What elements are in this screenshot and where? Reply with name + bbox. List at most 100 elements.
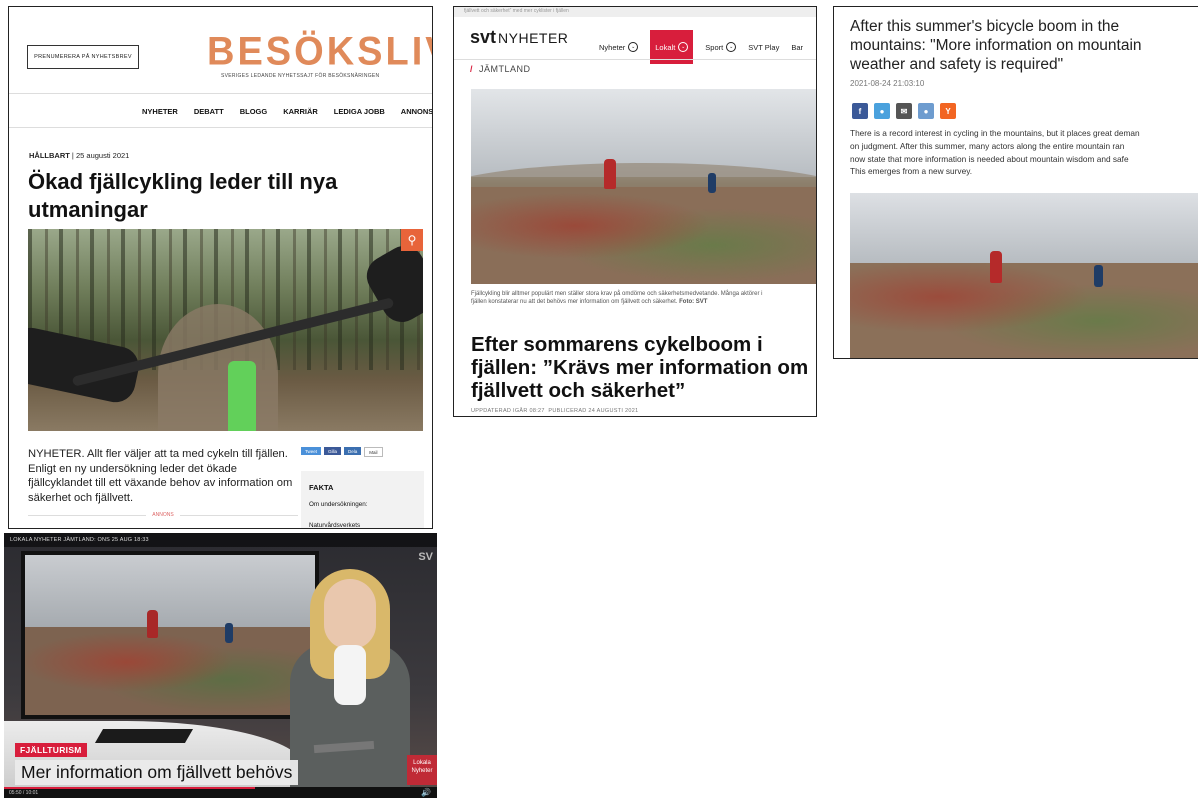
article-kicker: HÅLLBART | 25 augusti 2021 — [29, 151, 129, 160]
zoom-magnifier-icon[interactable]: ⚲ — [401, 229, 423, 251]
kicker-separator: | — [71, 151, 74, 160]
nav-item-debatt[interactable]: DEBATT — [194, 107, 224, 116]
article-lead: NYHETER. Allt fler väljer att ta med cyk… — [28, 448, 293, 504]
badge-line-1: Lokala — [413, 760, 431, 766]
twitter-icon[interactable]: ● — [874, 103, 890, 119]
fell-ground — [471, 186, 816, 284]
cyclist-red — [990, 251, 1002, 283]
translated-body: There is a record interest in cycling in… — [850, 127, 1198, 178]
tweet-button[interactable]: Tweet — [301, 447, 322, 455]
fakta-title: FAKTA — [309, 483, 334, 492]
svt-hero-image[interactable] — [471, 89, 816, 284]
updated-time: UPPDATERAD IGÅR 08:27 — [471, 408, 545, 414]
svt-logo-nyheter: NYHETER — [498, 30, 569, 46]
svt-header-divider — [454, 59, 816, 60]
caption-credit: Foto: SVT — [679, 299, 708, 306]
nav-divider — [9, 127, 432, 128]
nav-item-nyheter[interactable]: NYHETER — [142, 107, 178, 116]
subscribe-newsletter-button[interactable]: PRENUMERERA PÅ NYHETSBREV — [27, 45, 139, 69]
cyclist-blue — [225, 623, 233, 643]
svt-main-nav: Nyheter ⌄ Lokalt ⌄ Sport ⌄ SVT Play Bar — [599, 30, 815, 64]
body-line: This emerges from a new survey. — [850, 166, 973, 177]
translated-article-screenshot: After this summer's bicycle boom in the … — [833, 6, 1198, 359]
cyclist-blue — [708, 173, 716, 193]
progress-fill — [4, 787, 256, 789]
lokala-nyheter-badge: Lokala Nyheter — [407, 755, 437, 785]
nav-svt-play[interactable]: SVT Play — [748, 43, 779, 52]
chevron-down-icon: ⌄ — [726, 42, 737, 52]
nav-sport-label: Sport — [705, 42, 724, 52]
fakta-line-2: Naturvårdsverkets — [309, 522, 361, 529]
article-hero-image[interactable]: ⚲ — [28, 229, 423, 431]
besoksliv-article-screenshot: PRENUMERERA PÅ NYHETSBREV BESÖKSLIV SVER… — [8, 6, 433, 529]
nav-item-lediga-jobb[interactable]: LEDIGA JOBB — [334, 107, 385, 116]
topic-tag: FJÄLLTURISM — [15, 743, 87, 757]
translated-headline: After this summer's bicycle boom in the … — [850, 18, 1142, 73]
cyclist-red — [147, 610, 158, 638]
presenter-shirt — [334, 645, 366, 705]
chevron-down-icon: ⌄ — [678, 42, 689, 52]
caption-text: Fjällcykling blir alltmer populärt men s… — [471, 291, 763, 306]
translated-hero-image[interactable] — [850, 193, 1198, 358]
region-slash-icon: / — [470, 64, 474, 74]
svt-headline: Efter sommarens cykelboom i fjällen: ”Kr… — [471, 333, 809, 402]
region-label[interactable]: / JÄMTLAND — [470, 64, 531, 74]
ad-label-text: ANNONS — [152, 512, 174, 518]
body-line: on judgment. After this summer, many act… — [850, 140, 1125, 151]
article-date: 25 augusti 2021 — [75, 151, 130, 160]
svt-logo[interactable]: svt NYHETER — [470, 27, 568, 48]
cyclist-red — [604, 159, 616, 189]
nav-nyheter[interactable]: Nyheter ⌄ — [599, 42, 639, 52]
like-button[interactable]: Gilla — [324, 447, 342, 455]
ad-label: ANNONS — [28, 512, 298, 518]
tv-broadcast-screenshot: LOKALA NYHETER JÄMTLAND: ONS 25 AUG 18:3… — [4, 533, 437, 798]
svt-top-strip: fjällvett och säkerhet” med mer cykliste… — [454, 7, 816, 17]
svt-watermark: SV — [418, 551, 433, 563]
nav-lokalt-label: Lokalt — [655, 42, 676, 52]
image-caption: Fjällcykling blir alltmer populärt men s… — [471, 290, 771, 307]
svt-logo-bold: svt — [470, 27, 497, 47]
ycombinator-icon[interactable]: Y — [940, 103, 956, 119]
fell-ground — [850, 263, 1198, 358]
forest-trail — [158, 304, 278, 431]
nav-sport[interactable]: Sport ⌄ — [705, 42, 737, 52]
vk-icon[interactable]: ● — [918, 103, 934, 119]
mail-button[interactable]: Mail — [364, 447, 383, 457]
nav-item-karriar[interactable]: KARRIÄR — [283, 107, 318, 116]
fakta-line-1: Om undersökningen: — [309, 501, 368, 508]
article-meta: UPPDATERAD IGÅR 08:27 PUBLICERAD 24 AUGU… — [471, 408, 638, 414]
nav-item-annonsera[interactable]: ANNONSE — [401, 107, 432, 116]
volume-icon[interactable]: 🔊 — [421, 788, 431, 797]
ad-line-right — [179, 514, 298, 516]
email-icon[interactable]: ✉ — [896, 103, 912, 119]
fell-ground — [25, 627, 315, 715]
nav-item-blogg[interactable]: BLOGG — [240, 107, 268, 116]
bike-frame — [228, 361, 256, 431]
share-button[interactable]: Dela — [344, 447, 362, 455]
badge-line-2: Nyheter — [411, 768, 433, 774]
translated-date: 2021-08-24 21:03:10 — [850, 79, 925, 88]
nav-barn[interactable]: Bar — [791, 43, 803, 52]
video-time: 05:50 / 10:01 — [9, 790, 39, 796]
video-progress-bar[interactable]: 05:50 / 10:01 🔊 — [4, 787, 437, 798]
chevron-down-icon: ⌄ — [628, 42, 639, 52]
ad-line-left — [28, 514, 147, 516]
nav-nyheter-label: Nyheter — [599, 42, 626, 52]
body-line: now state that more information is neede… — [850, 153, 1129, 164]
sky — [850, 193, 1198, 264]
header-divider — [9, 93, 432, 94]
article-headline: Ökad fjällcykling leder till nya utmanin… — [28, 169, 338, 222]
region-name: JÄMTLAND — [479, 64, 531, 74]
lower-third-title: Mer information om fjällvett behövs — [15, 760, 299, 785]
svt-article-screenshot: fjällvett och säkerhet” med mer cykliste… — [453, 6, 817, 417]
cyclist-blue — [1094, 265, 1103, 287]
fakta-box: FAKTA Om undersökningen: Naturvårdsverke… — [301, 471, 424, 529]
body-line: There is a record interest in cycling in… — [850, 128, 1140, 138]
share-icons: f ● ✉ ● Y — [852, 103, 956, 119]
presenter-face — [324, 579, 376, 649]
besoksliv-main-nav: NYHETER DEBATT BLOGG KARRIÄR LEDIGA JOBB… — [142, 107, 432, 116]
facebook-icon[interactable]: f — [852, 103, 868, 119]
article-category[interactable]: HÅLLBART — [29, 151, 70, 160]
besoksliv-logo[interactable]: BESÖKSLIV — [207, 30, 432, 75]
studio-screen — [21, 551, 319, 719]
